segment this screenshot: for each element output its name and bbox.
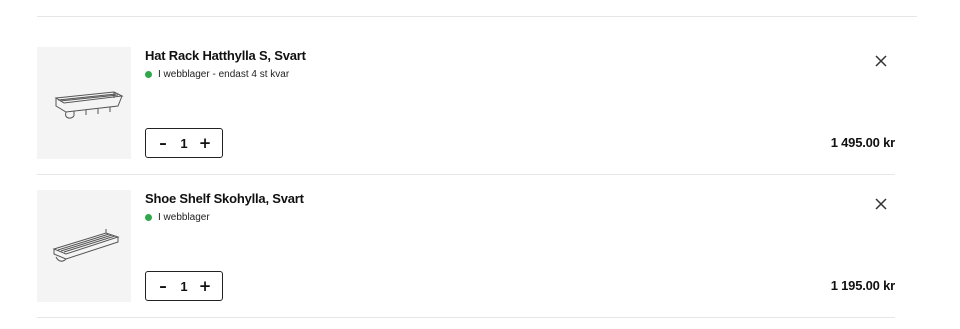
quantity-stepper: – 1 +	[145, 271, 223, 301]
decrement-button[interactable]: –	[156, 278, 170, 294]
cart-item-shoe-shelf: Shoe Shelf Skohylla, Svart I webblager –…	[37, 190, 895, 302]
item-divider	[37, 317, 895, 318]
decrement-button[interactable]: –	[156, 135, 170, 151]
stock-status: I webblager - endast 4 st kvar	[145, 69, 289, 80]
product-name[interactable]: Hat Rack Hatthylla S, Svart	[145, 48, 306, 63]
quantity-value: 1	[180, 135, 188, 151]
item-price: 1 195.00 kr	[830, 278, 896, 293]
close-icon	[875, 198, 887, 210]
shoe-shelf-illustration	[52, 229, 120, 262]
remove-item-button[interactable]	[873, 196, 889, 212]
top-divider	[37, 16, 917, 17]
quantity-value: 1	[180, 278, 188, 294]
product-name[interactable]: Shoe Shelf Skohylla, Svart	[145, 191, 304, 206]
shoe-shelf-product-image[interactable]	[37, 190, 131, 302]
hat-rack-illustration	[54, 91, 124, 119]
hat-rack-product-image[interactable]	[37, 47, 131, 159]
cart-item-hat-rack: Hat Rack Hatthylla S, Svart I webblager …	[37, 47, 895, 159]
in-stock-dot-icon	[145, 71, 152, 78]
remove-item-button[interactable]	[873, 53, 889, 69]
item-price: 1 495.00 kr	[830, 135, 896, 150]
stock-status: I webblager	[145, 212, 210, 223]
item-divider	[37, 174, 895, 175]
close-icon	[875, 55, 887, 67]
in-stock-dot-icon	[145, 214, 152, 221]
stock-text: I webblager - endast 4 st kvar	[158, 69, 290, 80]
increment-button[interactable]: +	[198, 278, 212, 294]
quantity-stepper: – 1 +	[145, 128, 223, 158]
increment-button[interactable]: +	[198, 135, 212, 151]
stock-text: I webblager	[158, 212, 210, 223]
